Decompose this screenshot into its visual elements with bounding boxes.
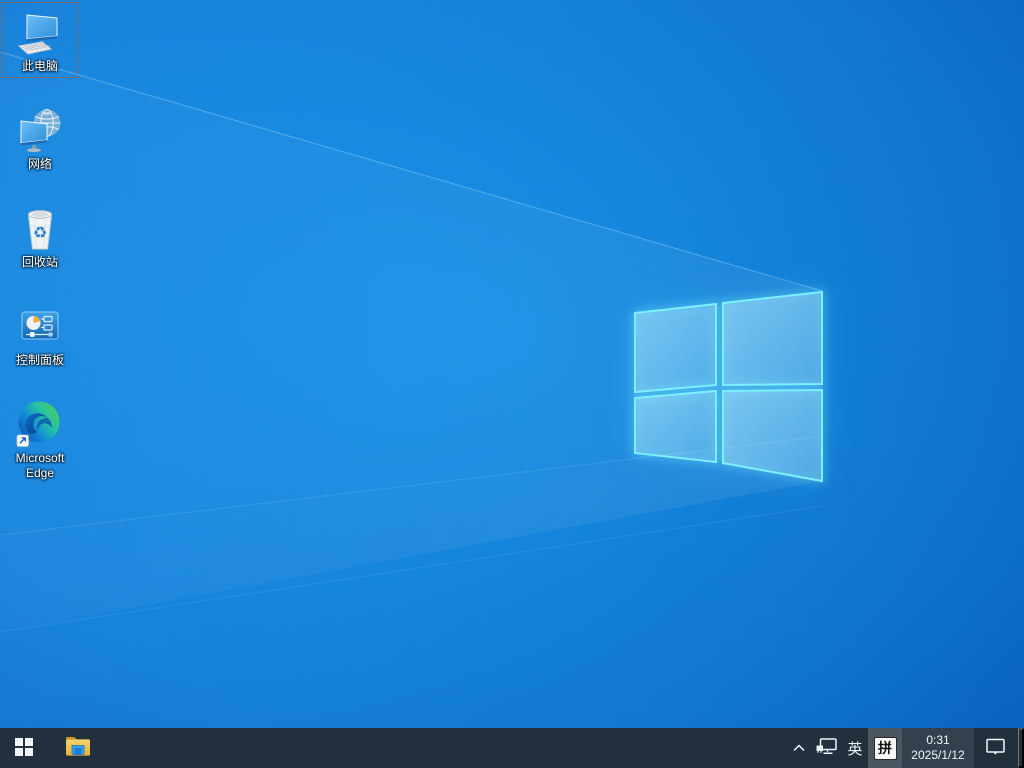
ime-pinyin-indicator: 拼 (873, 736, 897, 760)
desktop-icon-this-pc[interactable]: 此电脑 (2, 2, 78, 78)
system-tray: 英 拼 0:31 2025/1/12 (786, 728, 1024, 768)
svg-text:♻: ♻ (33, 223, 47, 242)
windows-logo-icon (15, 737, 33, 759)
ime-language-indicator[interactable]: 英 (842, 728, 868, 768)
desktop-icon-label: 此电脑 (21, 59, 58, 73)
network-globe-icon (16, 106, 64, 154)
clock-date: 2025/1/12 (911, 748, 965, 762)
desktop-icon-label: Microsoft Edge (15, 451, 65, 480)
light-beam (0, 436, 822, 632)
desktop[interactable]: 此电脑 网络 ♻ 回收站 控制面板 Microsoft Edge (0, 0, 1024, 728)
show-hidden-icons-button[interactable] (786, 728, 812, 768)
file-explorer-button[interactable] (54, 728, 102, 768)
desktop-icon-recycle-bin[interactable]: ♻ 回收站 (2, 198, 78, 274)
show-desktop-button[interactable] (1018, 728, 1024, 768)
computer-icon (16, 8, 64, 56)
recycle-bin-icon: ♻ (16, 204, 64, 252)
clock[interactable]: 0:31 2025/1/12 (902, 728, 974, 768)
action-center-button[interactable] (974, 728, 1018, 768)
start-button[interactable] (0, 728, 48, 768)
desktop-icon-microsoft-edge[interactable]: Microsoft Edge (2, 394, 78, 485)
notification-bubble-icon (986, 738, 1006, 759)
light-beam (0, 52, 822, 535)
control-panel-icon (16, 302, 64, 350)
network-status-button[interactable] (812, 728, 842, 768)
ethernet-icon (816, 738, 838, 758)
desktop-icon-network[interactable]: 网络 (2, 100, 78, 176)
file-explorer-icon (65, 736, 91, 760)
clock-time: 0:31 (926, 733, 950, 747)
desktop-icon-label: 网络 (27, 157, 52, 171)
windows-logo (634, 290, 823, 483)
screen: 此电脑 网络 ♻ 回收站 控制面板 Microsoft Edge 英 拼 0:3… (0, 0, 1024, 768)
chevron-up-icon (792, 741, 806, 756)
ime-mode-button[interactable]: 拼 (868, 728, 902, 768)
edge-icon (16, 400, 64, 448)
wallpaper-windows-logo (0, 51, 823, 633)
desktop-icon-label: 回收站 (21, 255, 58, 269)
desktop-icon-label: 控制面板 (15, 353, 64, 367)
desktop-icon-control-panel[interactable]: 控制面板 (2, 296, 78, 372)
taskbar: 英 拼 0:31 2025/1/12 (0, 728, 1024, 768)
